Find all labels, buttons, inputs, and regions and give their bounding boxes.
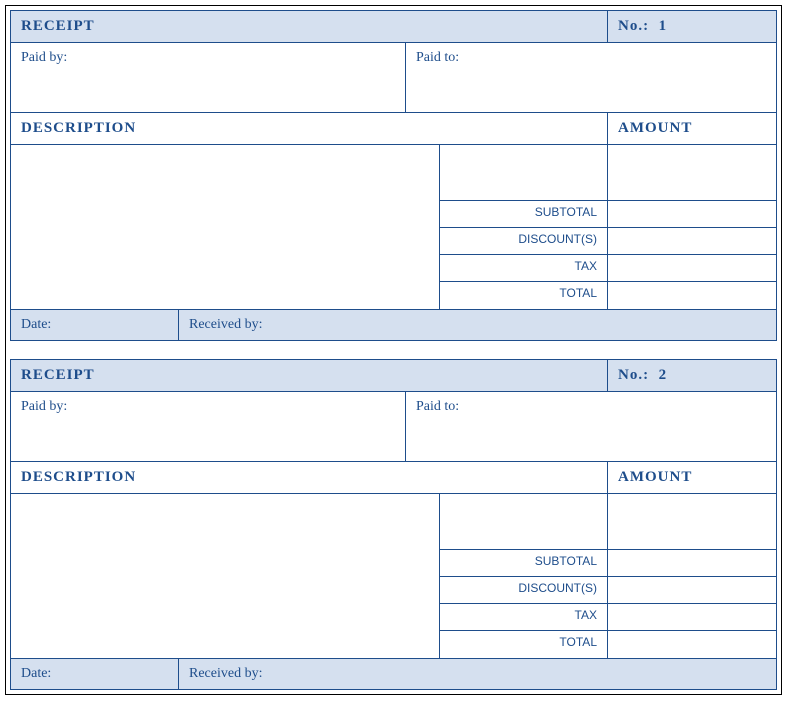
discount-row: DISCOUNT(S) (440, 577, 776, 604)
discount-label: DISCOUNT(S) (440, 228, 608, 254)
total-amount (608, 282, 776, 309)
receipt-2: RECEIPT No.: 2 Paid by: Paid to: DESCRIP… (10, 359, 777, 690)
tax-row: TAX (440, 604, 776, 631)
amount-header: AMOUNT (608, 462, 776, 494)
totals-stack: SUBTOTAL DISCOUNT(S) TAX TOTAL (440, 145, 776, 309)
receipt-title: RECEIPT (11, 11, 608, 43)
discount-label: DISCOUNT(S) (440, 577, 608, 603)
line-item-blank (440, 494, 776, 550)
subtotal-label: SUBTOTAL (440, 550, 608, 576)
description-area (11, 494, 440, 658)
date-cell: Date: (11, 310, 179, 340)
tax-label: TAX (440, 604, 608, 630)
paid-by-cell: Paid by: (11, 392, 406, 462)
discount-amount (608, 577, 776, 603)
totals-stack: SUBTOTAL DISCOUNT(S) TAX TOTAL (440, 494, 776, 658)
receipt-number-value: 2 (659, 367, 668, 383)
description-header: DESCRIPTION (11, 462, 608, 494)
paid-by-label: Paid by: (21, 399, 67, 414)
line-item-blank (440, 145, 776, 201)
total-label: TOTAL (440, 631, 608, 658)
page-container: RECEIPT No.: 1 Paid by: Paid to: DESCRIP… (5, 5, 782, 695)
tax-amount (608, 604, 776, 630)
tax-row: TAX (440, 255, 776, 282)
date-label: Date: (21, 317, 51, 332)
date-cell: Date: (11, 659, 179, 689)
subtotal-row: SUBTOTAL (440, 550, 776, 577)
subtotal-amount (608, 550, 776, 576)
tax-label: TAX (440, 255, 608, 281)
discount-row: DISCOUNT(S) (440, 228, 776, 255)
total-row: TOTAL (440, 631, 776, 658)
receipt-body: SUBTOTAL DISCOUNT(S) TAX TOTAL (11, 145, 776, 310)
subtotal-label: SUBTOTAL (440, 201, 608, 227)
received-by-cell: Received by: (179, 310, 776, 340)
paid-to-label: Paid to: (416, 399, 459, 414)
description-header: DESCRIPTION (11, 113, 608, 145)
amount-header: AMOUNT (608, 113, 776, 145)
subtotal-row: SUBTOTAL (440, 201, 776, 228)
receipt-number-value: 1 (659, 18, 668, 34)
received-by-cell: Received by: (179, 659, 776, 689)
receipt-number-label: No.: (618, 367, 649, 383)
discount-amount (608, 228, 776, 254)
receipt-number-cell: No.: 2 (608, 360, 776, 392)
description-area (11, 145, 440, 309)
subtotal-amount (608, 201, 776, 227)
paid-to-cell: Paid to: (406, 392, 776, 462)
receipt-title: RECEIPT (11, 360, 608, 392)
receipt-body: SUBTOTAL DISCOUNT(S) TAX TOTAL (11, 494, 776, 659)
paid-by-cell: Paid by: (11, 43, 406, 113)
receipt-1: RECEIPT No.: 1 Paid by: Paid to: DESCRIP… (10, 10, 777, 341)
paid-to-label: Paid to: (416, 50, 459, 65)
date-label: Date: (21, 666, 51, 681)
tax-amount (608, 255, 776, 281)
total-label: TOTAL (440, 282, 608, 309)
paid-to-cell: Paid to: (406, 43, 776, 113)
total-row: TOTAL (440, 282, 776, 309)
receipt-number-cell: No.: 1 (608, 11, 776, 43)
receipt-number-label: No.: (618, 18, 649, 34)
received-by-label: Received by: (189, 666, 262, 681)
paid-by-label: Paid by: (21, 50, 67, 65)
received-by-label: Received by: (189, 317, 262, 332)
total-amount (608, 631, 776, 658)
